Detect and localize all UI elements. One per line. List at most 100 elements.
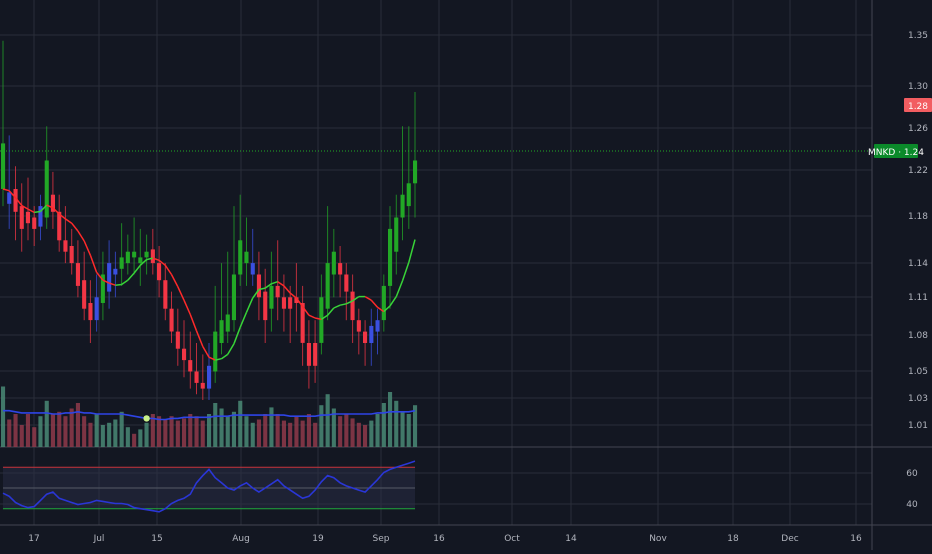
volume-bar [281, 420, 286, 447]
candle-body [313, 343, 318, 366]
candle-body [400, 194, 405, 218]
candle-body [144, 251, 149, 258]
candle-body [200, 382, 205, 389]
candle-body [256, 274, 261, 298]
candle-body [169, 308, 174, 332]
price-tick-label: 1.03 [908, 394, 928, 404]
candlestick-chart[interactable]: 1.35 1.30 1.26 1.22 1.18 1.14 1.11 1.08 1.05 1.03… [0, 0, 932, 550]
price-badge-label: MNKD · 1.24 [868, 148, 924, 158]
volume-bar [300, 420, 305, 447]
volume-bar [132, 433, 137, 447]
candle-body [163, 280, 168, 309]
candle-body [388, 228, 393, 286]
candle-body [356, 320, 361, 332]
candle-body [32, 217, 37, 229]
candle-body [350, 291, 355, 321]
volume-bar [256, 419, 261, 447]
candle-body [381, 285, 386, 321]
price-badge[interactable]: MNKD · 1.24 [868, 144, 924, 158]
candle-body [138, 257, 143, 264]
candle-body [132, 251, 137, 258]
volume-bar [169, 416, 174, 447]
candle-body [7, 192, 12, 204]
candle-body [157, 263, 162, 281]
rsi-pane [2, 460, 416, 513]
price-tick-label: 1.08 [908, 331, 928, 341]
volume-bar [175, 420, 180, 447]
volume-bar [288, 422, 293, 447]
candle-body [281, 297, 286, 309]
candle-body [44, 160, 49, 218]
volume-bar [7, 419, 12, 447]
volume-bar [238, 400, 243, 447]
candle-body [269, 285, 274, 309]
candle-body [150, 249, 155, 264]
volume-bar [107, 422, 112, 447]
candle-body [194, 371, 199, 383]
price-tick-label: 1.11 [908, 293, 928, 303]
candle-body [94, 297, 99, 321]
volume-bar [325, 394, 330, 447]
volume-bar [163, 419, 168, 447]
candle-body [338, 263, 343, 275]
price-tick-label: 1.30 [908, 82, 928, 92]
candle-body [369, 325, 374, 343]
marker-badge[interactable]: 1.28 [904, 98, 932, 112]
candle-body [263, 291, 268, 321]
time-tick-label: 19 [312, 534, 324, 544]
volume-bar [356, 422, 361, 447]
candle-body [182, 348, 187, 361]
time-tick-label: 15 [151, 534, 162, 544]
volume-bar [69, 408, 74, 447]
volume-bar [144, 422, 149, 447]
volume-bar [406, 414, 411, 447]
candle-body [19, 206, 24, 229]
candle-body [25, 211, 30, 224]
volume-bar [113, 419, 118, 447]
candle-body [244, 251, 249, 264]
volume-bar [250, 422, 255, 447]
volume-bar [231, 411, 236, 447]
candle-body [119, 257, 124, 269]
volume-bar [219, 408, 224, 447]
time-tick-label: Jul [93, 534, 105, 544]
price-tick-label: 1.26 [908, 124, 928, 134]
volume-bar [125, 427, 130, 447]
volume-bar [306, 414, 311, 447]
candle-body [57, 211, 62, 241]
price-tick-label: 1.22 [908, 166, 928, 176]
volume-bar [63, 416, 68, 447]
volume-bar [363, 425, 368, 447]
volume-bar [44, 400, 49, 447]
volume-ma-dot [143, 415, 150, 422]
candle-body [331, 251, 336, 275]
volume-bar [188, 414, 193, 447]
chart-root: 1.35 1.30 1.26 1.22 1.18 1.14 1.11 1.08 1.05 1.03… [0, 0, 932, 550]
candle-body [225, 314, 230, 332]
candle-body [82, 280, 87, 309]
price-tick-label: 1.18 [908, 212, 928, 222]
candle-body [219, 320, 224, 343]
volume-bar [375, 414, 380, 447]
time-tick-label: Nov [649, 534, 667, 544]
rsi-tick-label: 40 [906, 500, 918, 510]
candle-body [406, 183, 411, 207]
volume-bar [13, 414, 18, 447]
time-tick-label: Sep [373, 534, 390, 544]
candle-body [207, 365, 212, 389]
candle-body [363, 331, 368, 343]
volume-bar [32, 427, 37, 447]
candle-body [107, 263, 112, 292]
volume-bar [225, 416, 230, 447]
time-tick-label: 16 [433, 534, 445, 544]
volume-bar [394, 400, 399, 447]
volume-bar [138, 429, 143, 447]
volume-bar [88, 422, 93, 447]
candle-body [238, 240, 243, 275]
candle-body [306, 343, 311, 366]
price-tick-label: 1.01 [908, 421, 928, 431]
volume-bar [369, 420, 374, 447]
candle-body [188, 360, 193, 372]
candle-body [213, 331, 218, 372]
volume-bar [119, 411, 124, 447]
